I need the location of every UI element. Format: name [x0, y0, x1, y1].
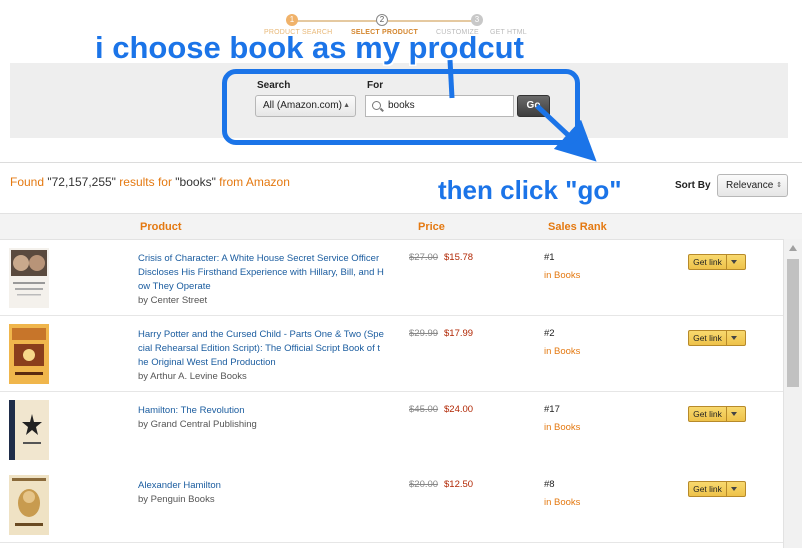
annotation-highlight-box — [222, 69, 580, 145]
annotation-text-top: i choose book as my prodcut — [95, 30, 524, 65]
annotation-text-bottom: then click "go" — [438, 175, 622, 205]
